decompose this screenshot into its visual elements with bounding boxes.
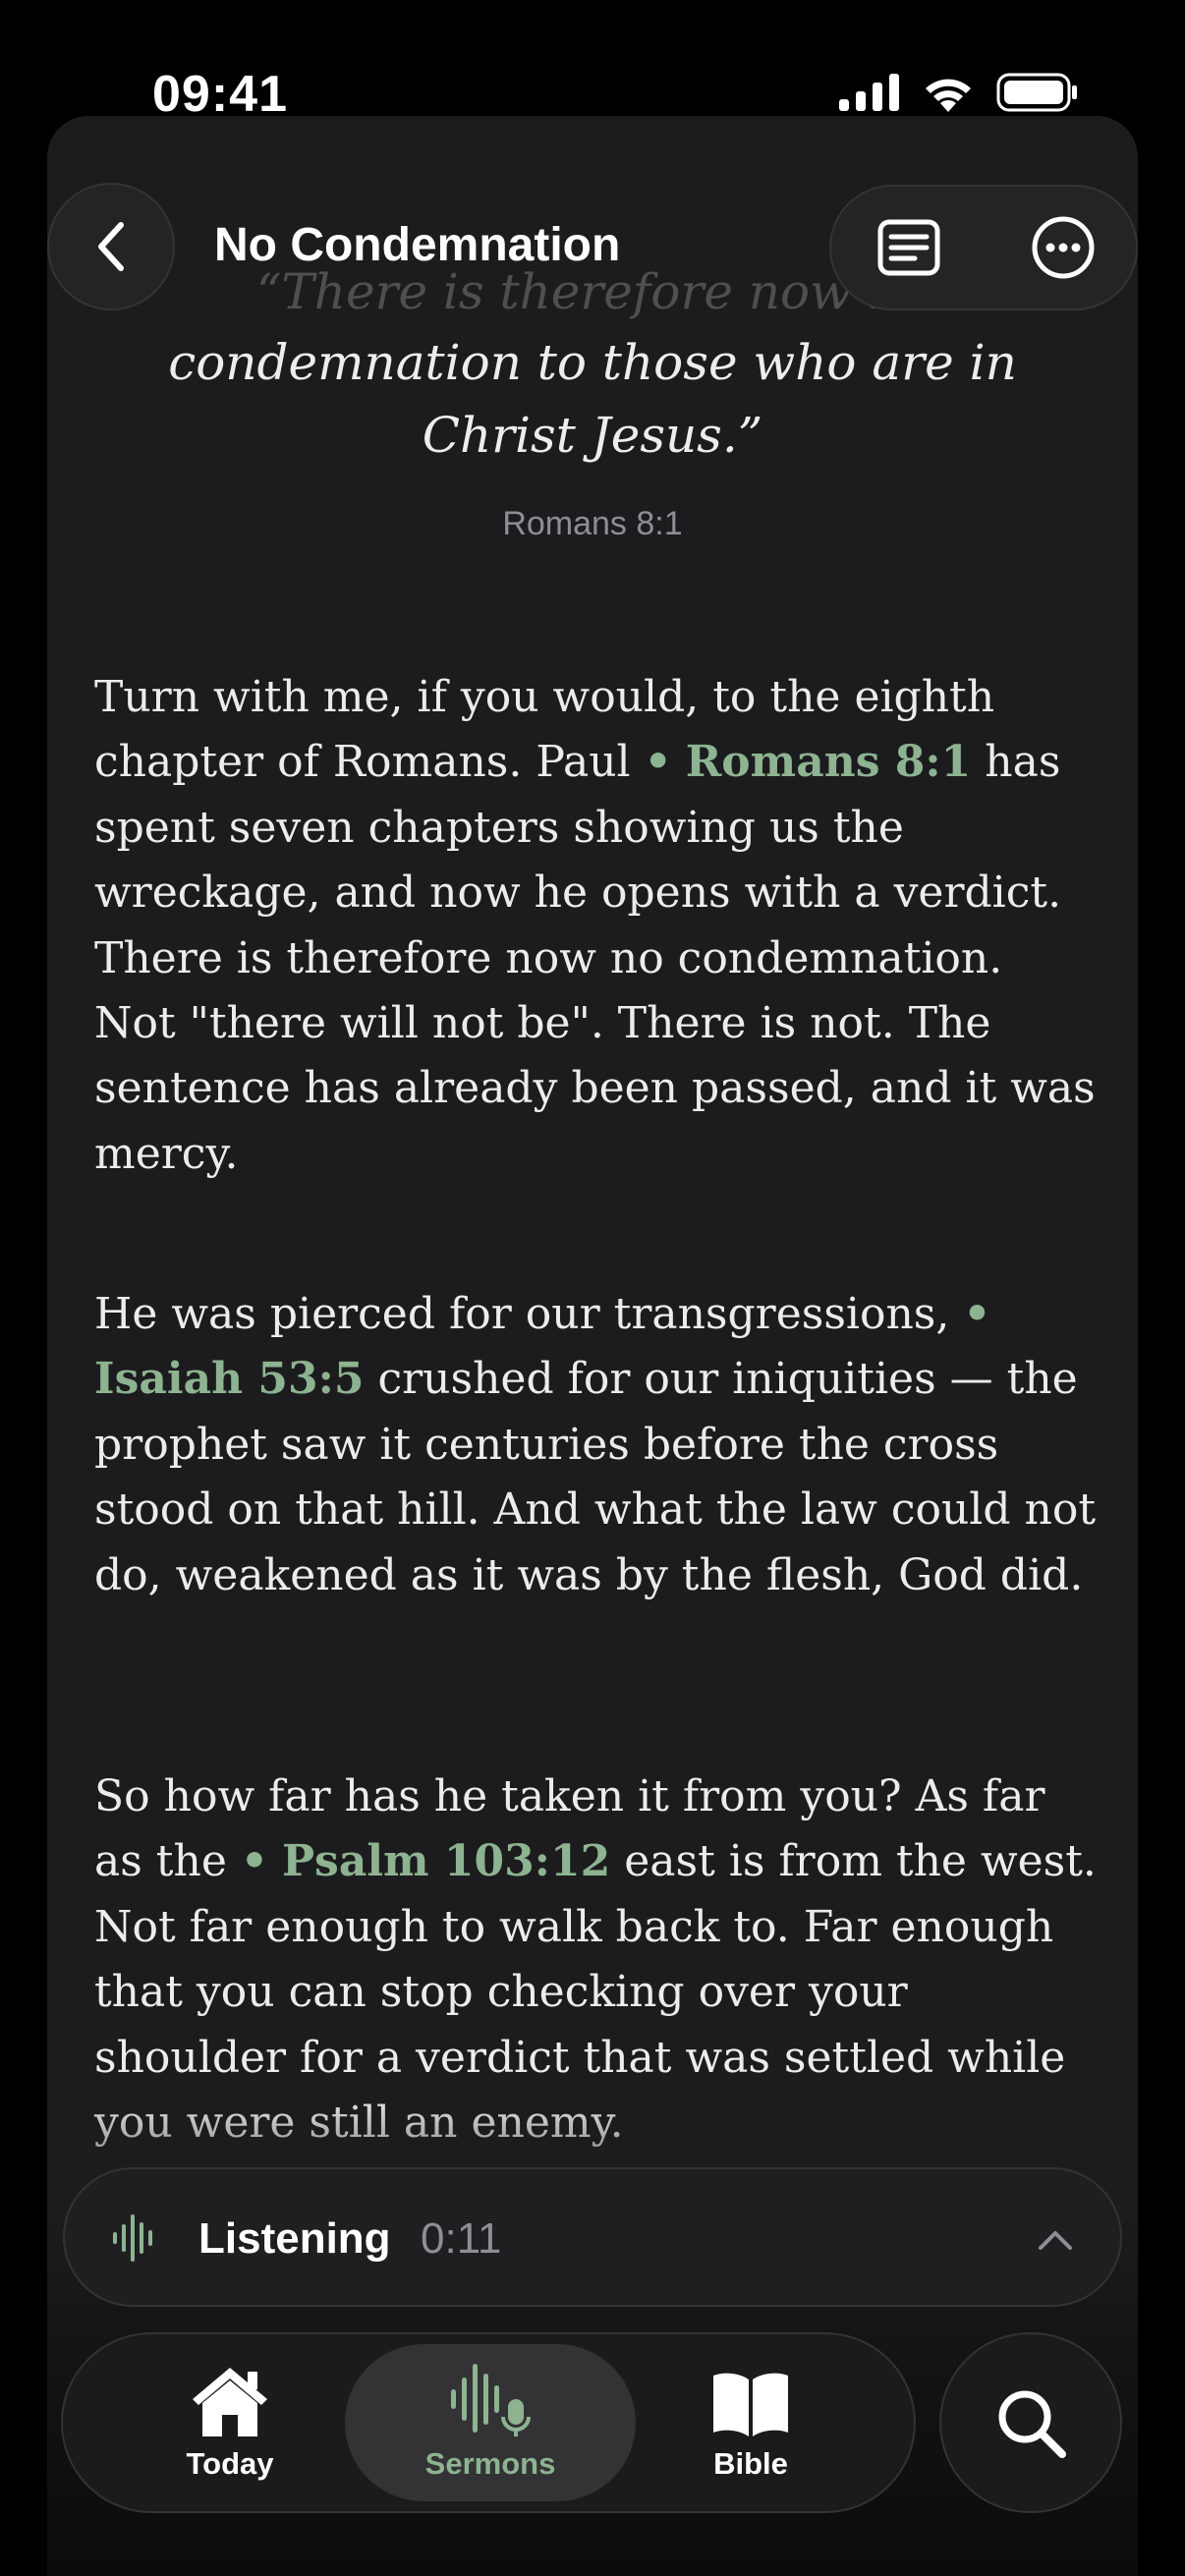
now-listening-player[interactable]: Listening 0:11 [63, 2167, 1122, 2307]
wifi-icon [926, 79, 971, 112]
waveform-icon [113, 2214, 152, 2262]
chevron-up-icon [1039, 2231, 1072, 2250]
back-button[interactable] [47, 183, 175, 310]
verse-reference: Romans 8:1 [502, 505, 683, 542]
scripture-reference-link[interactable]: Isaiah 53:5 [94, 1354, 364, 1404]
transcript-button[interactable] [831, 187, 986, 308]
tab-today[interactable]: Today [132, 2344, 328, 2501]
paragraph-text: He was pierced for our transgressions, [94, 1289, 964, 1339]
sermon-waveform-mic-icon [451, 2364, 531, 2436]
search-icon [998, 2390, 1066, 2458]
tab-label: Sermons [424, 2446, 556, 2481]
verse-quote-line-3: Christ Jesus.” [422, 407, 763, 464]
ellipsis-circle-icon [1032, 216, 1094, 279]
scripture-reference-link[interactable]: Romans 8:1 [686, 737, 972, 787]
header-actions [829, 185, 1138, 310]
expand-player-button[interactable] [1034, 2218, 1077, 2262]
scripture-reference-link[interactable]: Psalm 103:12 [282, 1836, 610, 1886]
tab-bar: Today Sermons Bible [61, 2332, 916, 2513]
page-title: No Condemnation [214, 219, 621, 271]
more-options-button[interactable] [986, 187, 1140, 308]
reference-bullet: • [644, 737, 672, 788]
search-button[interactable] [939, 2332, 1122, 2513]
document-text-icon [877, 219, 939, 276]
cellular-signal-icon [839, 74, 899, 111]
verse-quote-line-2: condemnation to those who are in [168, 334, 1017, 391]
tab-sermons[interactable]: Sermons [345, 2344, 636, 2501]
house-icon [193, 2368, 267, 2436]
sermon-paragraph: He was pierced for our transgressions, •… [94, 1282, 1097, 1608]
status-time: 09:41 [152, 66, 288, 123]
paragraph-text: has spent seven chapters showing us the … [94, 737, 1096, 1179]
reference-bullet: • [963, 1289, 991, 1339]
reference-bullet: • [240, 1836, 268, 1887]
open-book-icon [713, 2373, 788, 2436]
sermon-paragraph: Turn with me, if you would, to the eight… [94, 665, 1097, 1187]
tab-label: Today [186, 2446, 274, 2481]
tab-label: Bible [713, 2446, 788, 2481]
player-elapsed-time: 0:11 [421, 2214, 502, 2263]
chevron-left-icon [98, 222, 124, 271]
top-bar: No Condemnation [0, 183, 1185, 312]
battery-icon [996, 73, 1077, 112]
tab-bible[interactable]: Bible [652, 2344, 849, 2501]
player-status-label: Listening [198, 2214, 391, 2263]
status-icons [839, 73, 1079, 112]
